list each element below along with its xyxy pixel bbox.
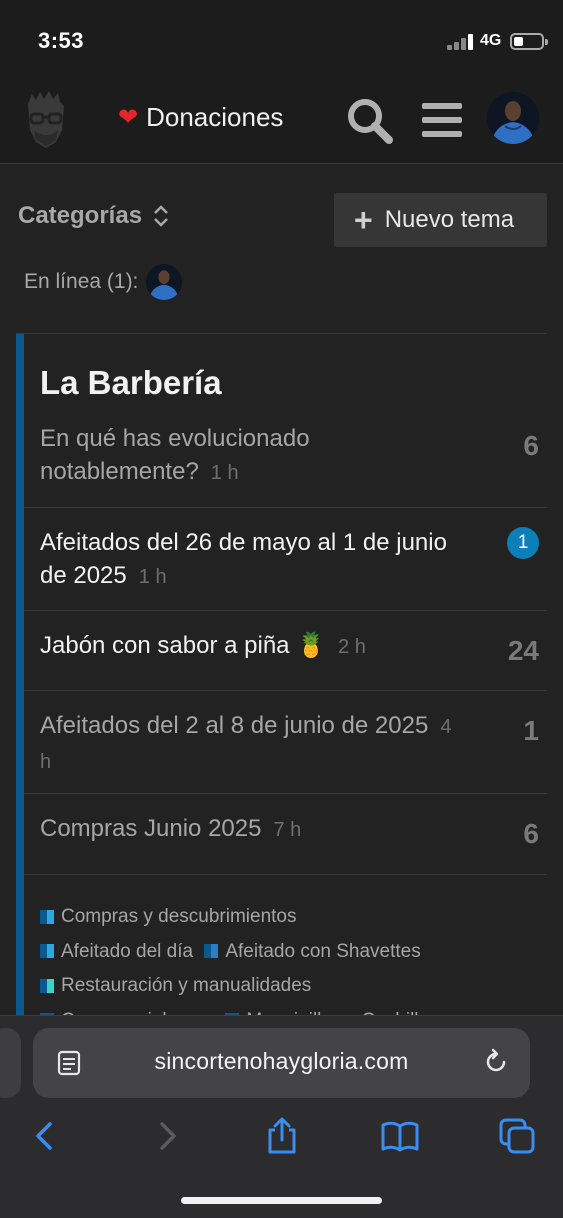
category-color-icon [40, 909, 54, 924]
battery-icon [510, 33, 548, 50]
network-type: 4G [480, 32, 502, 49]
category-color-icon [40, 944, 54, 958]
topic-title[interactable]: Compras Junio 2025 7 h [40, 812, 460, 847]
search-button[interactable] [345, 96, 395, 146]
topic-toolbar: Categorías + Nuevo tema [0, 192, 563, 252]
categories-label: Categorías [18, 202, 143, 229]
category-box: La Barbería En qué has evolucionado nota… [16, 334, 547, 1031]
topic-row[interactable]: Afeitados del 2 al 8 de junio de 2025 4 h… [24, 691, 547, 794]
online-users: En línea (1): [24, 264, 183, 300]
subcategory-link[interactable]: Afeitado con Shavettes [204, 935, 421, 968]
sort-chevrons-icon [154, 205, 168, 227]
url-text: sincortenohaygloria.com [154, 1048, 409, 1074]
online-label: En línea (1): [24, 270, 139, 293]
heart-icon: ❤ [118, 104, 139, 131]
home-indicator[interactable] [181, 1197, 382, 1204]
status-bar: 3:53 4G [0, 0, 563, 80]
category-color-bar [16, 334, 24, 1018]
subcategory-link[interactable]: Afeitado del día [40, 935, 193, 968]
hamburger-menu-button[interactable] [420, 100, 464, 140]
new-topic-button[interactable]: + Nuevo tema [334, 193, 547, 247]
forward-icon[interactable] [146, 1116, 186, 1156]
site-logo[interactable] [22, 90, 70, 150]
subcategory-link[interactable]: Restauración y manualidades [40, 969, 311, 1002]
reload-icon[interactable] [482, 1048, 510, 1076]
online-user-avatar[interactable] [146, 264, 183, 300]
topic-row[interactable]: Jabón con sabor a piña 🍍 2 h 24 [24, 611, 547, 691]
plus-icon: + [354, 202, 373, 238]
topic-title[interactable]: Afeitados del 26 de mayo al 1 de junio d… [40, 526, 460, 594]
address-bar[interactable]: sincortenohaygloria.com [33, 1028, 530, 1098]
topic-title[interactable]: Jabón con sabor a piña 🍍 2 h [40, 629, 460, 664]
subcategory-link[interactable]: Compras y descubrimientos [40, 900, 296, 933]
topic-title[interactable]: En qué has evolucionado notablemente? 1 h [40, 422, 460, 490]
topic-row[interactable]: En qué has evolucionado notablemente? 1 h… [24, 416, 547, 508]
reply-count[interactable]: 24 [508, 635, 539, 667]
topic-row[interactable]: Compras Junio 2025 7 h 6 [24, 794, 547, 875]
back-icon[interactable] [26, 1116, 66, 1156]
browser-toolbar: sincortenohaygloria.com [0, 1015, 563, 1218]
category-title[interactable]: La Barbería [40, 364, 222, 402]
site-header: ❤ Donaciones [0, 80, 563, 164]
bookmarks-icon[interactable] [380, 1116, 420, 1156]
reply-count[interactable]: 6 [523, 430, 539, 462]
category-color-icon [204, 944, 219, 958]
donations-label: Donaciones [146, 102, 284, 132]
hamburger-icon [422, 103, 462, 137]
donations-link[interactable]: ❤ Donaciones [118, 102, 283, 133]
category-color-icon [40, 978, 54, 993]
previous-tab-preview[interactable] [0, 1028, 21, 1098]
status-time: 3:53 [38, 28, 85, 53]
reply-count[interactable]: 1 [523, 715, 539, 747]
tabs-icon[interactable] [497, 1116, 537, 1156]
topic-title[interactable]: Afeitados del 2 al 8 de junio de 2025 4 h [40, 709, 460, 779]
user-avatar[interactable] [487, 92, 539, 144]
signal-icon [447, 34, 475, 50]
new-posts-badge[interactable]: 1 [507, 527, 539, 559]
topic-row[interactable]: Afeitados del 26 de mayo al 1 de junio d… [24, 508, 547, 611]
categories-dropdown[interactable]: Categorías [18, 202, 170, 230]
reply-count[interactable]: 6 [523, 818, 539, 850]
search-icon [348, 99, 393, 144]
share-icon[interactable] [262, 1116, 302, 1156]
new-topic-label: Nuevo tema [384, 206, 515, 233]
